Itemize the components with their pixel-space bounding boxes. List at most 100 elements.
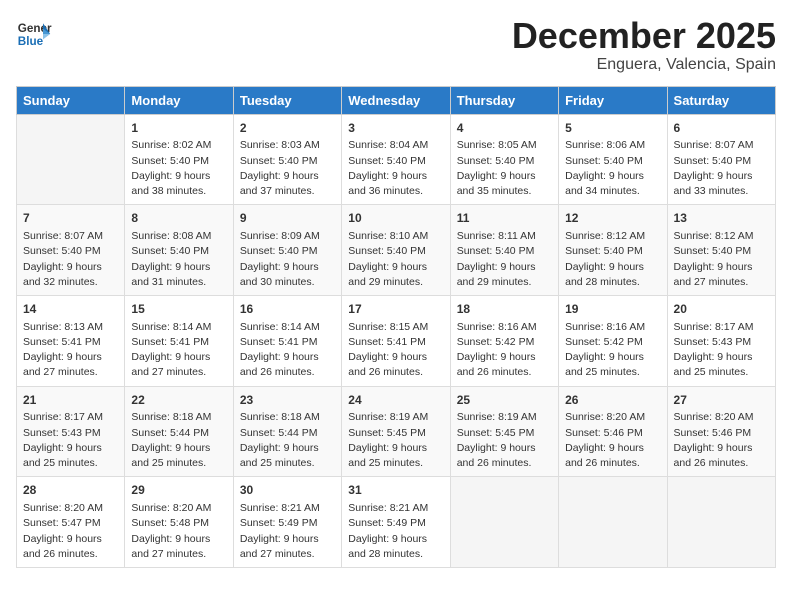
day-info: Sunrise: 8:18 AM Sunset: 5:44 PM Dayligh… bbox=[240, 410, 335, 471]
calendar-cell: 11 Sunrise: 8:11 AM Sunset: 5:40 PM Dayli… bbox=[450, 205, 558, 296]
calendar-cell: 21Sunrise: 8:17 AM Sunset: 5:43 PM Dayli… bbox=[17, 386, 125, 477]
calendar-cell: 13Sunrise: 8:12 AM Sunset: 5:40 PM Dayli… bbox=[667, 205, 775, 296]
day-number: 3 bbox=[348, 120, 443, 137]
day-info: Sunrise: 8:21 AM Sunset: 5:49 PM Dayligh… bbox=[348, 501, 443, 562]
day-info: Sunrise: 8:16 AM Sunset: 5:42 PM Dayligh… bbox=[457, 320, 552, 381]
dow-header-friday: Friday bbox=[559, 86, 667, 114]
calendar-week-4: 28Sunrise: 8:20 AM Sunset: 5:47 PM Dayli… bbox=[17, 477, 776, 568]
dow-header-tuesday: Tuesday bbox=[233, 86, 341, 114]
svg-text:Blue: Blue bbox=[18, 35, 44, 48]
day-info: Sunrise: 8:10 AM Sunset: 5:40 PM Dayligh… bbox=[348, 229, 443, 290]
day-info: Sunrise: 8:14 AM Sunset: 5:41 PM Dayligh… bbox=[240, 320, 335, 381]
day-info: Sunrise: 8:19 AM Sunset: 5:45 PM Dayligh… bbox=[348, 410, 443, 471]
calendar-week-3: 21Sunrise: 8:17 AM Sunset: 5:43 PM Dayli… bbox=[17, 386, 776, 477]
location-title: Enguera, Valencia, Spain bbox=[512, 56, 776, 74]
day-number: 7 bbox=[23, 210, 118, 227]
logo: General Blue bbox=[16, 16, 56, 52]
calendar-body: 1Sunrise: 8:02 AM Sunset: 5:40 PM Daylig… bbox=[17, 114, 776, 567]
day-number: 12 bbox=[565, 210, 660, 227]
day-number: 10 bbox=[348, 210, 443, 227]
calendar-cell: 23Sunrise: 8:18 AM Sunset: 5:44 PM Dayli… bbox=[233, 386, 341, 477]
title-area: December 2025 Enguera, Valencia, Spain bbox=[512, 16, 776, 74]
day-info: Sunrise: 8:16 AM Sunset: 5:42 PM Dayligh… bbox=[565, 320, 660, 381]
month-title: December 2025 bbox=[512, 16, 776, 56]
day-info: Sunrise: 8:06 AM Sunset: 5:40 PM Dayligh… bbox=[565, 138, 660, 199]
calendar-cell: 22Sunrise: 8:18 AM Sunset: 5:44 PM Dayli… bbox=[125, 386, 233, 477]
calendar-cell: 4Sunrise: 8:05 AM Sunset: 5:40 PM Daylig… bbox=[450, 114, 558, 205]
day-number: 22 bbox=[131, 392, 226, 409]
day-info: Sunrise: 8:02 AM Sunset: 5:40 PM Dayligh… bbox=[131, 138, 226, 199]
calendar-cell: 29Sunrise: 8:20 AM Sunset: 5:48 PM Dayli… bbox=[125, 477, 233, 568]
calendar-cell: 28Sunrise: 8:20 AM Sunset: 5:47 PM Dayli… bbox=[17, 477, 125, 568]
calendar-cell: 5Sunrise: 8:06 AM Sunset: 5:40 PM Daylig… bbox=[559, 114, 667, 205]
calendar-cell bbox=[17, 114, 125, 205]
day-number: 14 bbox=[23, 301, 118, 318]
day-info: Sunrise: 8:05 AM Sunset: 5:40 PM Dayligh… bbox=[457, 138, 552, 199]
day-info: Sunrise: 8:15 AM Sunset: 5:41 PM Dayligh… bbox=[348, 320, 443, 381]
day-info: Sunrise: 8:20 AM Sunset: 5:48 PM Dayligh… bbox=[131, 501, 226, 562]
calendar-cell bbox=[667, 477, 775, 568]
day-info: Sunrise: 8:03 AM Sunset: 5:40 PM Dayligh… bbox=[240, 138, 335, 199]
day-number: 25 bbox=[457, 392, 552, 409]
day-number: 11 bbox=[457, 210, 552, 227]
calendar-week-0: 1Sunrise: 8:02 AM Sunset: 5:40 PM Daylig… bbox=[17, 114, 776, 205]
day-number: 30 bbox=[240, 482, 335, 499]
day-number: 24 bbox=[348, 392, 443, 409]
day-number: 16 bbox=[240, 301, 335, 318]
dow-header-wednesday: Wednesday bbox=[342, 86, 450, 114]
calendar-cell: 14 Sunrise: 8:13 AM Sunset: 5:41 PM Dayli… bbox=[17, 295, 125, 386]
day-info: Sunrise: 8:18 AM Sunset: 5:44 PM Dayligh… bbox=[131, 410, 226, 471]
day-number: 9 bbox=[240, 210, 335, 227]
calendar-cell: 26Sunrise: 8:20 AM Sunset: 5:46 PM Dayli… bbox=[559, 386, 667, 477]
day-info: Sunrise: 8:11 AM Sunset: 5:40 PM Dayligh… bbox=[457, 229, 552, 290]
day-number: 1 bbox=[131, 120, 226, 137]
day-info: Sunrise: 8:20 AM Sunset: 5:46 PM Dayligh… bbox=[674, 410, 769, 471]
day-number: 23 bbox=[240, 392, 335, 409]
day-number: 20 bbox=[674, 301, 769, 318]
days-of-week-row: SundayMondayTuesdayWednesdayThursdayFrid… bbox=[17, 86, 776, 114]
day-info: Sunrise: 8:13 AM Sunset: 5:41 PM Dayligh… bbox=[23, 320, 118, 381]
dow-header-monday: Monday bbox=[125, 86, 233, 114]
calendar-cell: 16 Sunrise: 8:14 AM Sunset: 5:41 PM Dayli… bbox=[233, 295, 341, 386]
calendar-cell: 20Sunrise: 8:17 AM Sunset: 5:43 PM Dayli… bbox=[667, 295, 775, 386]
day-number: 5 bbox=[565, 120, 660, 137]
logo-icon: General Blue bbox=[16, 16, 52, 52]
day-info: Sunrise: 8:09 AM Sunset: 5:40 PM Dayligh… bbox=[240, 229, 335, 290]
calendar-cell: 2Sunrise: 8:03 AM Sunset: 5:40 PM Daylig… bbox=[233, 114, 341, 205]
day-number: 2 bbox=[240, 120, 335, 137]
calendar-cell: 3Sunrise: 8:04 AM Sunset: 5:40 PM Daylig… bbox=[342, 114, 450, 205]
day-info: Sunrise: 8:20 AM Sunset: 5:47 PM Dayligh… bbox=[23, 501, 118, 562]
day-info: Sunrise: 8:12 AM Sunset: 5:40 PM Dayligh… bbox=[565, 229, 660, 290]
day-number: 6 bbox=[674, 120, 769, 137]
day-info: Sunrise: 8:07 AM Sunset: 5:40 PM Dayligh… bbox=[674, 138, 769, 199]
calendar-table: SundayMondayTuesdayWednesdayThursdayFrid… bbox=[16, 86, 776, 568]
day-info: Sunrise: 8:04 AM Sunset: 5:40 PM Dayligh… bbox=[348, 138, 443, 199]
dow-header-sunday: Sunday bbox=[17, 86, 125, 114]
day-number: 26 bbox=[565, 392, 660, 409]
day-info: Sunrise: 8:17 AM Sunset: 5:43 PM Dayligh… bbox=[23, 410, 118, 471]
day-number: 19 bbox=[565, 301, 660, 318]
day-number: 18 bbox=[457, 301, 552, 318]
day-info: Sunrise: 8:19 AM Sunset: 5:45 PM Dayligh… bbox=[457, 410, 552, 471]
calendar-cell: 25Sunrise: 8:19 AM Sunset: 5:45 PM Dayli… bbox=[450, 386, 558, 477]
calendar-cell: 12 Sunrise: 8:12 AM Sunset: 5:40 PM Dayli… bbox=[559, 205, 667, 296]
calendar-cell: 17 Sunrise: 8:15 AM Sunset: 5:41 PM Dayli… bbox=[342, 295, 450, 386]
calendar-cell: 9 Sunrise: 8:09 AM Sunset: 5:40 PM Daylig… bbox=[233, 205, 341, 296]
page-header: General Blue December 2025 Enguera, Vale… bbox=[16, 16, 776, 74]
dow-header-thursday: Thursday bbox=[450, 86, 558, 114]
day-info: Sunrise: 8:20 AM Sunset: 5:46 PM Dayligh… bbox=[565, 410, 660, 471]
calendar-cell: 8 Sunrise: 8:08 AM Sunset: 5:40 PM Daylig… bbox=[125, 205, 233, 296]
day-number: 15 bbox=[131, 301, 226, 318]
day-number: 17 bbox=[348, 301, 443, 318]
calendar-cell: 27Sunrise: 8:20 AM Sunset: 5:46 PM Dayli… bbox=[667, 386, 775, 477]
day-number: 31 bbox=[348, 482, 443, 499]
day-number: 8 bbox=[131, 210, 226, 227]
calendar-cell: 31 Sunrise: 8:21 AM Sunset: 5:49 PM Dayli… bbox=[342, 477, 450, 568]
calendar-cell: 18 Sunrise: 8:16 AM Sunset: 5:42 PM Dayli… bbox=[450, 295, 558, 386]
calendar-cell bbox=[559, 477, 667, 568]
day-info: Sunrise: 8:14 AM Sunset: 5:41 PM Dayligh… bbox=[131, 320, 226, 381]
calendar-week-2: 14 Sunrise: 8:13 AM Sunset: 5:41 PM Dayli… bbox=[17, 295, 776, 386]
calendar-cell: 15 Sunrise: 8:14 AM Sunset: 5:41 PM Dayli… bbox=[125, 295, 233, 386]
day-info: Sunrise: 8:08 AM Sunset: 5:40 PM Dayligh… bbox=[131, 229, 226, 290]
calendar-cell: 24Sunrise: 8:19 AM Sunset: 5:45 PM Dayli… bbox=[342, 386, 450, 477]
